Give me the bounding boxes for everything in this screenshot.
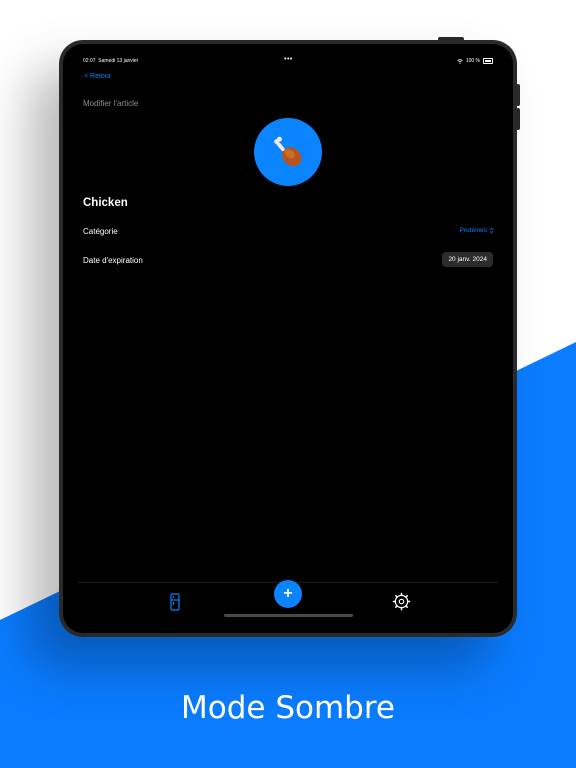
category-value: Protéines (459, 227, 487, 234)
fridge-icon[interactable] (168, 593, 182, 611)
status-time: 02:07 (83, 58, 96, 64)
back-button[interactable]: < Retour (84, 73, 111, 80)
item-name[interactable]: Chicken (83, 197, 128, 209)
gear-icon[interactable] (392, 592, 411, 611)
item-avatar[interactable] (254, 118, 322, 186)
tablet-screen: 02:07 Samedi 13 janvier ••• 100 % < Reto… (63, 44, 513, 633)
expiration-label: Date d'expiration (83, 256, 143, 265)
battery-percent: 100 % (465, 58, 480, 64)
marketing-caption: Mode Sombre (181, 690, 395, 726)
wifi-icon (457, 58, 463, 64)
expiration-date-picker[interactable]: 20 janv. 2024 (442, 252, 493, 267)
page-title: Modifier l'article (83, 99, 139, 108)
home-indicator (224, 614, 353, 617)
battery-icon (483, 58, 493, 64)
add-item-button[interactable]: + (274, 580, 302, 608)
multitasking-dots[interactable]: ••• (284, 56, 293, 63)
category-picker[interactable]: Protéines (460, 227, 494, 234)
chevron-up-down-icon (489, 227, 494, 234)
category-label: Catégorie (83, 227, 118, 236)
status-bar: 02:07 Samedi 13 janvier ••• 100 % (63, 56, 513, 68)
status-date: Samedi 13 janvier (98, 58, 139, 64)
poultry-leg-icon (274, 136, 302, 167)
